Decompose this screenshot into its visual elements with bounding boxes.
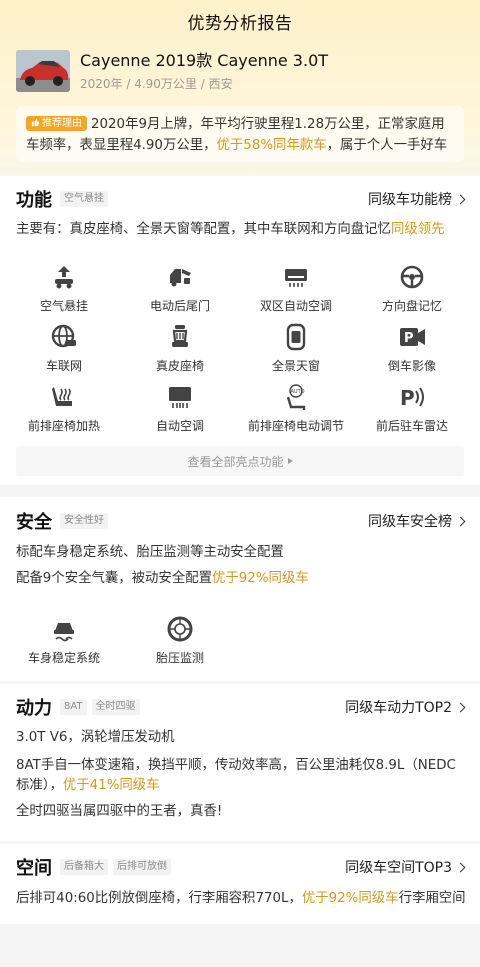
power-line-1: 3.0T V6，涡轮增压发动机 xyxy=(16,730,175,745)
reason-highlight: 优于58%同年款车 xyxy=(216,138,327,153)
feature-auto-ac[interactable]: 自动空调 xyxy=(122,383,238,434)
function-card: 功能 空气悬挂 同级车功能榜 主要有：真皮座椅、全景天窗等配置，其中车联网和方向… xyxy=(0,176,480,485)
space-chip-trunk: 后备箱大 xyxy=(60,859,108,875)
power-line-2: 8AT手自一体变速箱，换挡平顺，传动效率高，百公里油耗仅8.9L（NEDC xyxy=(16,758,456,773)
feature-parking-radar[interactable]: P 前后驻车雷达 xyxy=(354,383,470,434)
feature-power-tailgate[interactable]: 电动后尾门 xyxy=(122,263,238,314)
feature-seat-heating[interactable]: 前排座椅加热 xyxy=(6,383,122,434)
feature-dual-zone-ac[interactable]: 双区自动空调 xyxy=(238,263,354,314)
car-thumbnail[interactable] xyxy=(16,50,70,92)
function-chip: 空气悬挂 xyxy=(60,191,108,207)
connected-car-icon xyxy=(51,324,76,348)
power-chip-transmission: 8AT xyxy=(60,699,87,715)
space-rank-link[interactable]: 同级车空间TOP3 xyxy=(345,857,466,877)
feature-stability-control[interactable]: 车身稳定系统 xyxy=(6,615,122,666)
power-tailgate-icon xyxy=(170,269,191,287)
stability-control-icon xyxy=(54,623,74,642)
parking-radar-icon: P xyxy=(400,386,424,410)
steering-memory-icon xyxy=(400,265,424,289)
dual-zone-ac-icon xyxy=(285,269,307,287)
thumbs-up-icon xyxy=(31,118,40,127)
safety-title: 安全 xyxy=(16,512,52,533)
power-line-4: 全时四驱当属四驱中的王者，真香! xyxy=(16,804,223,819)
space-card: 空间 后备箱大 后排可放倒 同级车空间TOP3 后排可40:60比例放倒座椅，行… xyxy=(0,844,480,924)
chevron-right-icon xyxy=(455,862,466,872)
car-meta: 2020年 / 4.90万公里 / 西安 xyxy=(80,77,233,91)
function-header: 功能 空气悬挂 同级车功能榜 xyxy=(16,186,466,212)
safety-rank-link[interactable]: 同级车安全榜 xyxy=(368,511,466,531)
feature-leather-seat[interactable]: 真皮座椅 xyxy=(122,323,238,374)
feature-panoramic-sunroof[interactable]: 全景天窗 xyxy=(238,323,354,374)
power-chip-awd: 全时四驱 xyxy=(91,699,140,715)
nav-bar: 优势分析报告 xyxy=(0,0,480,42)
safety-card: 安全 安全性好 同级车安全榜 标配车身稳定系统、胎压监测等主动安全配置 配备9个… xyxy=(0,497,480,681)
svg-text:P: P xyxy=(400,386,415,410)
page-title: 优势分析报告 xyxy=(187,13,293,34)
safety-header: 安全 安全性好 同级车安全榜 xyxy=(16,508,466,534)
air-suspension-icon xyxy=(55,266,73,289)
power-line-3: 标准），优于41%同级车 xyxy=(16,778,160,793)
function-summary: 主要有：真皮座椅、全景天窗等配置，其中车联网和方向盘记忆同级领先 xyxy=(16,222,445,237)
power-seat-icon: AUTO xyxy=(286,384,306,410)
space-line-1: 后排可40:60比例放倒座椅，行李厢容积770L，优于92%同级车行李厢空间 xyxy=(16,891,466,906)
auto-ac-icon xyxy=(169,387,191,408)
feature-connected-car[interactable]: 车联网 xyxy=(6,323,122,374)
recommend-tag: 推荐理由 xyxy=(26,116,87,131)
chevron-right-icon xyxy=(455,516,466,526)
safety-line-1: 标配车身稳定系统、胎压监测等主动安全配置 xyxy=(16,545,284,560)
car-name: Cayenne 2019款 Cayenne 3.0T xyxy=(80,51,329,70)
tire-pressure-icon xyxy=(167,616,193,642)
feature-rear-camera[interactable]: P 倒车影像 xyxy=(354,323,470,374)
svg-text:AUTO: AUTO xyxy=(291,389,305,395)
seat-heating-icon xyxy=(52,387,72,406)
power-header: 动力 8AT 全时四驱 同级车动力TOP2 xyxy=(16,694,466,720)
power-title: 动力 xyxy=(16,698,52,719)
car-summary[interactable]: Cayenne 2019款 Cayenne 3.0T 2020年 / 4.90万… xyxy=(16,50,464,96)
recommend-reason: 推荐理由 2020年9月上牌，年平均行驶里程1.28万公里，正常家庭用车频率，表… xyxy=(16,106,464,162)
feature-air-suspension[interactable]: 空气悬挂 xyxy=(6,263,122,314)
feature-tire-pressure[interactable]: 胎压监测 xyxy=(122,615,238,666)
feature-steering-memory[interactable]: 方向盘记忆 xyxy=(354,263,470,314)
rear-camera-icon: P xyxy=(400,328,425,346)
power-card: 动力 8AT 全时四驱 同级车动力TOP2 3.0T V6，涡轮增压发动机 8A… xyxy=(0,684,480,841)
function-title: 功能 xyxy=(16,190,52,211)
chevron-right-icon xyxy=(455,702,466,712)
feature-power-seat[interactable]: AUTO 前排座椅电动调节 xyxy=(238,383,354,434)
space-title: 空间 xyxy=(16,858,52,879)
view-all-features-button[interactable]: 查看全部亮点功能 xyxy=(16,446,464,476)
space-chip-fold: 后排可放倒 xyxy=(113,859,171,875)
chevron-right-icon xyxy=(455,194,466,204)
safety-chip: 安全性好 xyxy=(60,513,108,529)
power-rank-link[interactable]: 同级车动力TOP2 xyxy=(345,697,466,717)
leather-seat-icon xyxy=(172,325,188,347)
play-arrow-icon xyxy=(287,458,293,464)
safety-line-2: 配备9个安全气囊，被动安全配置优于92%同级车 xyxy=(16,571,309,586)
panoramic-sunroof-icon xyxy=(286,323,306,351)
svg-text:P: P xyxy=(404,331,414,346)
space-header: 空间 后备箱大 后排可放倒 同级车空间TOP3 xyxy=(16,854,466,880)
function-rank-link[interactable]: 同级车功能榜 xyxy=(368,189,466,209)
